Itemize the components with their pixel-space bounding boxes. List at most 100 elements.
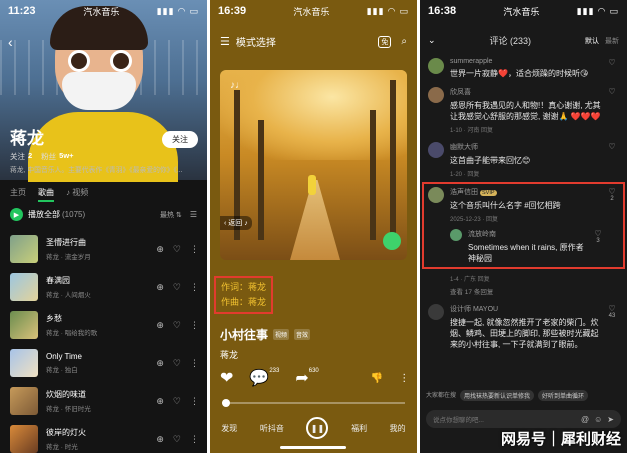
add-to-playlist-icon[interactable]: ⊕ bbox=[156, 320, 164, 331]
add-to-playlist-icon[interactable]: ⊕ bbox=[156, 434, 164, 445]
comment-user[interactable]: 浩声信田 SVIP bbox=[450, 187, 605, 197]
comment-user[interactable]: 设计师 MAYOU bbox=[450, 304, 605, 314]
song-row[interactable]: 彼岸的灯火 蒋龙 · 时光 ⊕ ♡ ⋮ bbox=[10, 420, 199, 453]
avatar[interactable] bbox=[428, 304, 444, 320]
song-row[interactable]: 圣懵进行曲 蒋龙 · 流金岁月 ⊕ ♡ ⋮ bbox=[10, 230, 199, 268]
nav-listen-douyin[interactable]: 听抖音 bbox=[260, 423, 284, 434]
search-icon[interactable]: ⌕ bbox=[401, 36, 407, 48]
comment-meta: 1-10 · 河南 回复 bbox=[450, 128, 494, 134]
comment-input[interactable]: 说点你想聊的吧... @ ☺ ➤ bbox=[426, 410, 621, 428]
back-chip[interactable]: ‹ 返回 ♪ bbox=[220, 216, 252, 230]
highlighted-comment[interactable]: 浩声信田 SVIP 这个音乐叫什么名字 #回忆相跨 2025-12-23 · 回复… bbox=[422, 182, 625, 269]
suggest-chip[interactable]: 好听到单曲循环 bbox=[538, 390, 589, 401]
heart-icon[interactable]: ♡ bbox=[173, 320, 181, 331]
at-icon[interactable]: @ bbox=[581, 415, 589, 424]
like-icon[interactable]: ♡ 3 bbox=[591, 229, 605, 264]
heart-icon[interactable]: ♡ bbox=[173, 396, 181, 407]
suggest-chip[interactable]: 用找袜热要新认识单修我 bbox=[460, 390, 535, 401]
menu-icon[interactable]: ☰ bbox=[220, 35, 230, 48]
comment-text: 世界一片寂静❤️，适合烦躁的时候听😘 bbox=[450, 69, 589, 78]
multi-select-icon[interactable]: ☰ bbox=[190, 210, 197, 219]
avatar[interactable] bbox=[428, 87, 444, 103]
comment-item[interactable]: 幽默大师 这首曲子能带来回忆😊 1-20 · 回复 ♡ bbox=[426, 138, 621, 182]
like-icon[interactable]: ♡ bbox=[605, 142, 619, 178]
green-badge-icon[interactable] bbox=[383, 232, 401, 250]
like-button[interactable]: ❤ bbox=[220, 368, 233, 388]
collapse-chevron-icon[interactable]: ⌄ bbox=[428, 35, 436, 46]
comment-user[interactable]: 欣凤喜 bbox=[450, 87, 605, 97]
segment-default[interactable]: 默认 bbox=[585, 36, 599, 46]
song-title: 小村往事 视频 音效 bbox=[220, 328, 311, 342]
tag-video[interactable]: 视频 bbox=[273, 329, 290, 340]
composer-credit: 作曲：蒋龙 bbox=[221, 297, 267, 307]
pause-icon[interactable]: ❚❚ bbox=[306, 417, 329, 439]
heart-icon[interactable]: ♡ bbox=[173, 358, 181, 369]
add-to-playlist-icon[interactable]: ⊕ bbox=[156, 358, 164, 369]
comment-item[interactable]: 欣凤喜 感恩所有我遇见的人和物!！真心谢谢, 尤其让我感觉心舒服的那感觉, 谢谢… bbox=[426, 83, 621, 138]
mode-select-label[interactable]: 模式选择 bbox=[236, 34, 276, 49]
dislike-icon[interactable]: 👎 bbox=[371, 373, 383, 384]
sort-segment: 默认 最新 bbox=[585, 36, 619, 46]
add-to-playlist-icon[interactable]: ⊕ bbox=[156, 244, 164, 255]
comment-item[interactable]: summerapple 世界一片寂静❤️，适合烦躁的时候听😘 ♡ bbox=[426, 54, 621, 83]
avatar[interactable] bbox=[428, 187, 444, 203]
play-icon[interactable]: ▶ bbox=[10, 208, 23, 221]
segment-latest[interactable]: 最新 bbox=[605, 36, 619, 46]
more-icon[interactable]: ⋮ bbox=[190, 244, 199, 255]
like-icon[interactable]: ♡ 2 bbox=[605, 187, 619, 264]
avatar[interactable] bbox=[428, 58, 444, 74]
like-icon[interactable]: ♡ bbox=[605, 87, 619, 134]
reply-item[interactable]: 流放岭南 Sometimes when it rains, 原作者神秘园 ♡ 3 bbox=[450, 229, 605, 264]
song-cover bbox=[10, 349, 38, 377]
song-count: (1075) bbox=[62, 210, 86, 219]
song-row[interactable]: Only Time 蒋龙 · 独白 ⊕ ♡ ⋮ bbox=[10, 344, 199, 382]
avatar[interactable] bbox=[428, 142, 444, 158]
tab-songs[interactable]: 歌曲 bbox=[38, 187, 54, 202]
comment-user[interactable]: 幽默大师 bbox=[450, 142, 605, 152]
heart-icon[interactable]: ♡ bbox=[173, 282, 181, 293]
more-icon[interactable]: ⋮ bbox=[190, 434, 199, 445]
comment-button[interactable]: 💬233 bbox=[249, 368, 279, 388]
album-cover[interactable]: ♪♩ ‹ 返回 ♪ bbox=[220, 70, 407, 260]
tag-effects[interactable]: 音效 bbox=[294, 329, 311, 340]
progress-bar[interactable] bbox=[222, 399, 405, 407]
more-icon[interactable]: ⋮ bbox=[190, 396, 199, 407]
follow-button[interactable]: 关注 bbox=[162, 131, 198, 148]
back-chevron-icon[interactable]: ‹ bbox=[8, 34, 13, 50]
like-icon[interactable]: ♡ bbox=[605, 58, 619, 79]
comment-user[interactable]: summerapple bbox=[450, 58, 605, 65]
nav-discover[interactable]: 发现 bbox=[221, 423, 237, 434]
add-to-playlist-icon[interactable]: ⊕ bbox=[156, 396, 164, 407]
emoji-icon[interactable]: ☺ bbox=[594, 415, 602, 424]
expand-replies-link[interactable]: 查看 17 条回复 bbox=[450, 286, 619, 296]
heart-icon[interactable]: ♡ bbox=[173, 434, 181, 445]
vip-icon[interactable]: 免 bbox=[378, 35, 392, 48]
status-app-name: 汽水音乐 bbox=[503, 6, 540, 17]
share-button[interactable]: ➦630 bbox=[295, 368, 318, 388]
play-all-row[interactable]: ▶ 播放全部 (1075) 最热 ⇅ ☰ bbox=[10, 208, 197, 221]
comment-meta: 2025-12-23 · 回复 bbox=[450, 217, 499, 223]
progress-knob[interactable] bbox=[222, 399, 230, 407]
song-row[interactable]: 炊烟的味道 蒋龙 · 怀旧时光 ⊕ ♡ ⋮ bbox=[10, 382, 199, 420]
song-row[interactable]: 春满园 蒋龙 · 人间烟火 ⊕ ♡ ⋮ bbox=[10, 268, 199, 306]
more-icon[interactable]: ⋮ bbox=[190, 320, 199, 331]
more-icon[interactable]: ⋮ bbox=[190, 282, 199, 293]
like-icon[interactable]: ♡ 43 bbox=[605, 304, 619, 350]
song-subtitle: 蒋龙 · 独白 bbox=[46, 367, 78, 374]
more-icon[interactable]: ⋮ bbox=[399, 373, 409, 384]
tab-videos[interactable]: ♪ 视频 bbox=[66, 187, 88, 202]
tab-home[interactable]: 主页 bbox=[10, 187, 26, 202]
artist-name[interactable]: 蒋龙 bbox=[220, 348, 238, 361]
more-icon[interactable]: ⋮ bbox=[190, 358, 199, 369]
send-icon[interactable]: ➤ bbox=[607, 415, 614, 424]
artist-bio[interactable]: 蒋龙, 中国音乐人。主要代表作《青羽》《最亲爱的你》《... bbox=[10, 164, 200, 174]
song-row[interactable]: 乡愁 蒋龙 · 唱给我的歌 ⊕ ♡ ⋮ bbox=[10, 306, 199, 344]
comment-item[interactable]: 设计师 MAYOU 搜捷一起, 就像忽然推开了老家的柴门。炊烟、鳞鸡、田埂上的脚… bbox=[426, 300, 621, 354]
nav-rewards[interactable]: 福利 bbox=[351, 423, 367, 434]
heart-icon[interactable]: ♡ bbox=[173, 244, 181, 255]
nav-mine[interactable]: 我的 bbox=[390, 423, 406, 434]
reply-user[interactable]: 流放岭南 bbox=[468, 229, 591, 239]
sort-dropdown[interactable]: 最热 ⇅ bbox=[160, 210, 182, 220]
add-to-playlist-icon[interactable]: ⊕ bbox=[156, 282, 164, 293]
avatar[interactable] bbox=[450, 229, 462, 241]
